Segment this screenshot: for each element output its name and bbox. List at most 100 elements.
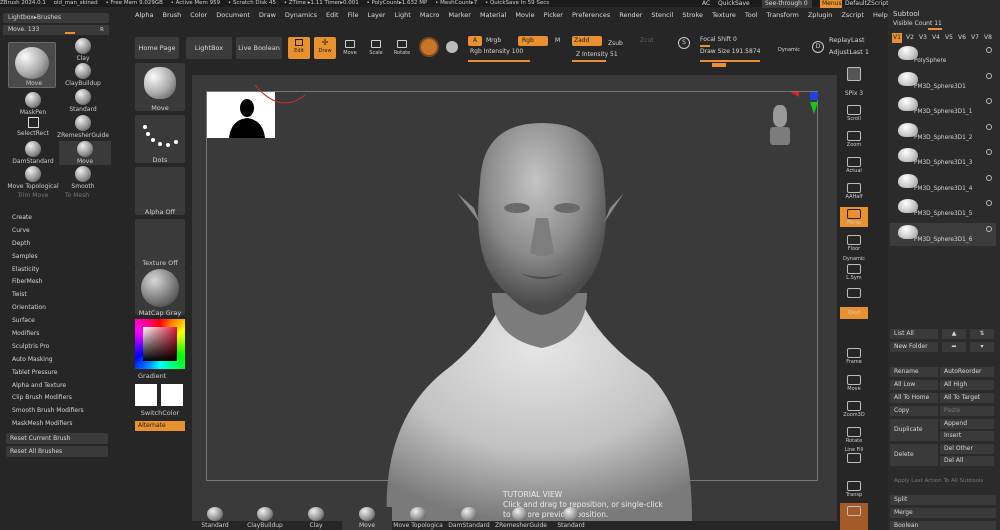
rotate-view-button[interactable]: Rotate xyxy=(840,427,868,444)
subtool-item-pm3d_sphere3d1[interactable]: PM3D_Sphere3D1 xyxy=(890,70,996,93)
menu-alpha[interactable]: Alpha xyxy=(135,8,153,22)
brush-menu-fibermesh[interactable]: FiberMesh xyxy=(6,276,112,289)
autoreorder-button[interactable]: AutoReorder xyxy=(940,367,994,377)
color-indicator-icon[interactable] xyxy=(446,41,458,53)
ghost-button[interactable] xyxy=(840,503,868,530)
menu-layer[interactable]: Layer xyxy=(367,8,385,22)
boolean-menu[interactable]: Boolean xyxy=(890,521,996,530)
brush-move-topological[interactable]: Move Topological xyxy=(7,166,59,190)
actual-button[interactable]: Actual xyxy=(840,157,868,174)
version-v1[interactable]: V1 xyxy=(892,33,902,43)
brush-menu-alpha-and-texture[interactable]: Alpha and Texture xyxy=(6,380,112,393)
paste-button[interactable]: Paste xyxy=(940,406,994,416)
edit-button[interactable]: Edit xyxy=(288,37,310,59)
brush-menu-sculptris-pro[interactable]: Sculptris Pro xyxy=(6,341,112,354)
matcap-slot[interactable] xyxy=(135,267,185,315)
subtool-title[interactable]: Subtool xyxy=(893,10,920,18)
menu-render[interactable]: Render xyxy=(619,8,642,22)
zoom3d-button[interactable]: Zoom3D xyxy=(840,401,868,418)
menu-tool[interactable]: Tool xyxy=(745,8,758,22)
zcut-toggle[interactable]: Zcut xyxy=(640,37,654,44)
rename-button[interactable]: Rename xyxy=(890,367,938,377)
quicksave-button[interactable]: QuickSave xyxy=(718,0,756,8)
menu-picker[interactable]: Picker xyxy=(544,8,563,22)
subtool-item-polysphere[interactable]: PolySphere xyxy=(890,44,996,67)
del-all-button[interactable]: Del All xyxy=(940,456,994,466)
reset-current-brush-button[interactable]: Reset Current Brush xyxy=(6,433,108,444)
menu-preferences[interactable]: Preferences xyxy=(572,8,610,22)
version-v6[interactable]: V6 xyxy=(957,33,967,43)
brush-menu-auto-masking[interactable]: Auto Masking xyxy=(6,354,112,367)
subtool-item-pm3d_sphere3d1_2[interactable]: PM3D_Sphere3D1_2 xyxy=(890,121,996,144)
new-folder-button[interactable]: New Folder xyxy=(890,342,938,352)
local-button[interactable] xyxy=(840,288,868,299)
subtool-item-pm3d_sphere3d1_5[interactable]: PM3D_Sphere3D1_5 xyxy=(890,197,996,220)
eye-icon[interactable] xyxy=(986,123,992,130)
focal-shift-slider[interactable]: Focal Shift 0 xyxy=(700,36,737,43)
menu-zscript[interactable]: Zscript xyxy=(841,8,864,22)
shelf-brush-move[interactable]: Move xyxy=(342,507,392,530)
menu-draw[interactable]: Draw xyxy=(259,8,276,22)
all-low-button[interactable]: All Low xyxy=(890,380,938,390)
lightbox-brushes-header[interactable]: Lightbox▸Brushes xyxy=(3,13,109,23)
m-toggle[interactable]: M xyxy=(555,37,560,44)
eye-icon[interactable] xyxy=(986,225,992,232)
menu-light[interactable]: Light xyxy=(395,8,411,22)
alternate-toggle[interactable]: Alternate xyxy=(135,421,185,431)
draw-button[interactable]: ✛ Draw xyxy=(314,37,336,59)
menu-macro[interactable]: Macro xyxy=(420,8,440,22)
menu-zplugin[interactable]: Zplugin xyxy=(808,8,833,22)
floor-button[interactable]: Floor xyxy=(840,235,868,252)
brush-maskpen[interactable]: MaskPen xyxy=(7,92,59,116)
brush-menu-orientation[interactable]: Orientation xyxy=(6,302,112,315)
subtool-item-pm3d_sphere3d1_4[interactable]: PM3D_Sphere3D1_4 xyxy=(890,172,996,195)
subtool-item-pm3d_sphere3d1_6[interactable]: PM3D_Sphere3D1_6 xyxy=(890,222,996,246)
see-through-slider[interactable]: See-through 0 xyxy=(762,0,812,8)
shelf-brush-zremesherguide[interactable]: ZRemesherGuide xyxy=(495,507,547,530)
eye-icon[interactable] xyxy=(986,200,992,206)
reset-all-brushes-button[interactable]: Reset All Brushes xyxy=(6,446,108,457)
brush-menu-modifiers[interactable]: Modifiers xyxy=(6,328,112,341)
brush-menu-samples[interactable]: Samples xyxy=(6,251,112,264)
eye-icon[interactable] xyxy=(986,174,992,181)
version-v3[interactable]: V3 xyxy=(918,33,928,43)
replay-last-button[interactable]: ReplayLast xyxy=(829,36,865,44)
menu-stencil[interactable]: Stencil xyxy=(651,8,673,22)
shelf-brush-move-topologica[interactable]: Move Topologica xyxy=(393,507,443,530)
menu-stroke[interactable]: Stroke xyxy=(682,8,703,22)
version-v8[interactable]: V8 xyxy=(983,33,993,43)
delete-button[interactable]: Delete xyxy=(890,444,938,466)
brush-to-mesh[interactable]: To Mesh xyxy=(51,192,103,199)
folder-arrow-button[interactable]: ➦ xyxy=(942,342,966,352)
append-button[interactable]: Append xyxy=(940,419,994,429)
menu-edit[interactable]: Edit xyxy=(326,8,339,22)
brush-claybuildup[interactable]: ClayBuildup xyxy=(57,63,109,87)
brush-menu-depth[interactable]: Depth xyxy=(6,238,112,251)
persp-button[interactable]: Persp xyxy=(840,207,868,227)
menu-file[interactable]: File xyxy=(348,8,359,22)
xyz-button[interactable]: Qxyz xyxy=(840,307,868,319)
shelf-brush-damstandard[interactable]: DamStandard xyxy=(444,507,494,530)
del-other-button[interactable]: Del Other xyxy=(940,444,994,454)
live-boolean-button[interactable]: Live Boolean xyxy=(236,37,282,59)
list-all-button[interactable]: List All xyxy=(890,329,938,339)
version-v4[interactable]: V4 xyxy=(931,33,941,43)
folder-down-button[interactable]: ▾ xyxy=(970,342,994,352)
move-mode-button[interactable]: Move xyxy=(340,37,360,59)
brush-smooth[interactable]: Smooth xyxy=(57,166,109,190)
linefill-button[interactable]: Line Fill xyxy=(840,447,868,464)
shelf-brush-claybuildup[interactable]: ClayBuildup xyxy=(240,507,290,530)
primary-color-swatch[interactable] xyxy=(135,384,157,406)
brush-menu-twist[interactable]: Twist xyxy=(6,289,112,302)
eye-icon[interactable] xyxy=(986,47,992,53)
dynamic-toggle[interactable]: Dynamic xyxy=(778,47,800,53)
all-to-home-button[interactable]: All To Home xyxy=(890,393,938,403)
rgb-toggle[interactable]: Rgb xyxy=(518,36,548,46)
menu-help[interactable]: Help xyxy=(873,8,888,22)
secondary-color-swatch[interactable] xyxy=(161,384,183,406)
menu-transform[interactable]: Transform xyxy=(767,8,799,22)
adjust-last-slider[interactable]: AdjustLast 1 xyxy=(829,48,869,56)
up-arrow-button[interactable]: ▲ xyxy=(942,329,966,339)
current-brush-label[interactable]: Move. 133 R xyxy=(3,25,109,35)
brush-menu-surface[interactable]: Surface xyxy=(6,315,112,328)
